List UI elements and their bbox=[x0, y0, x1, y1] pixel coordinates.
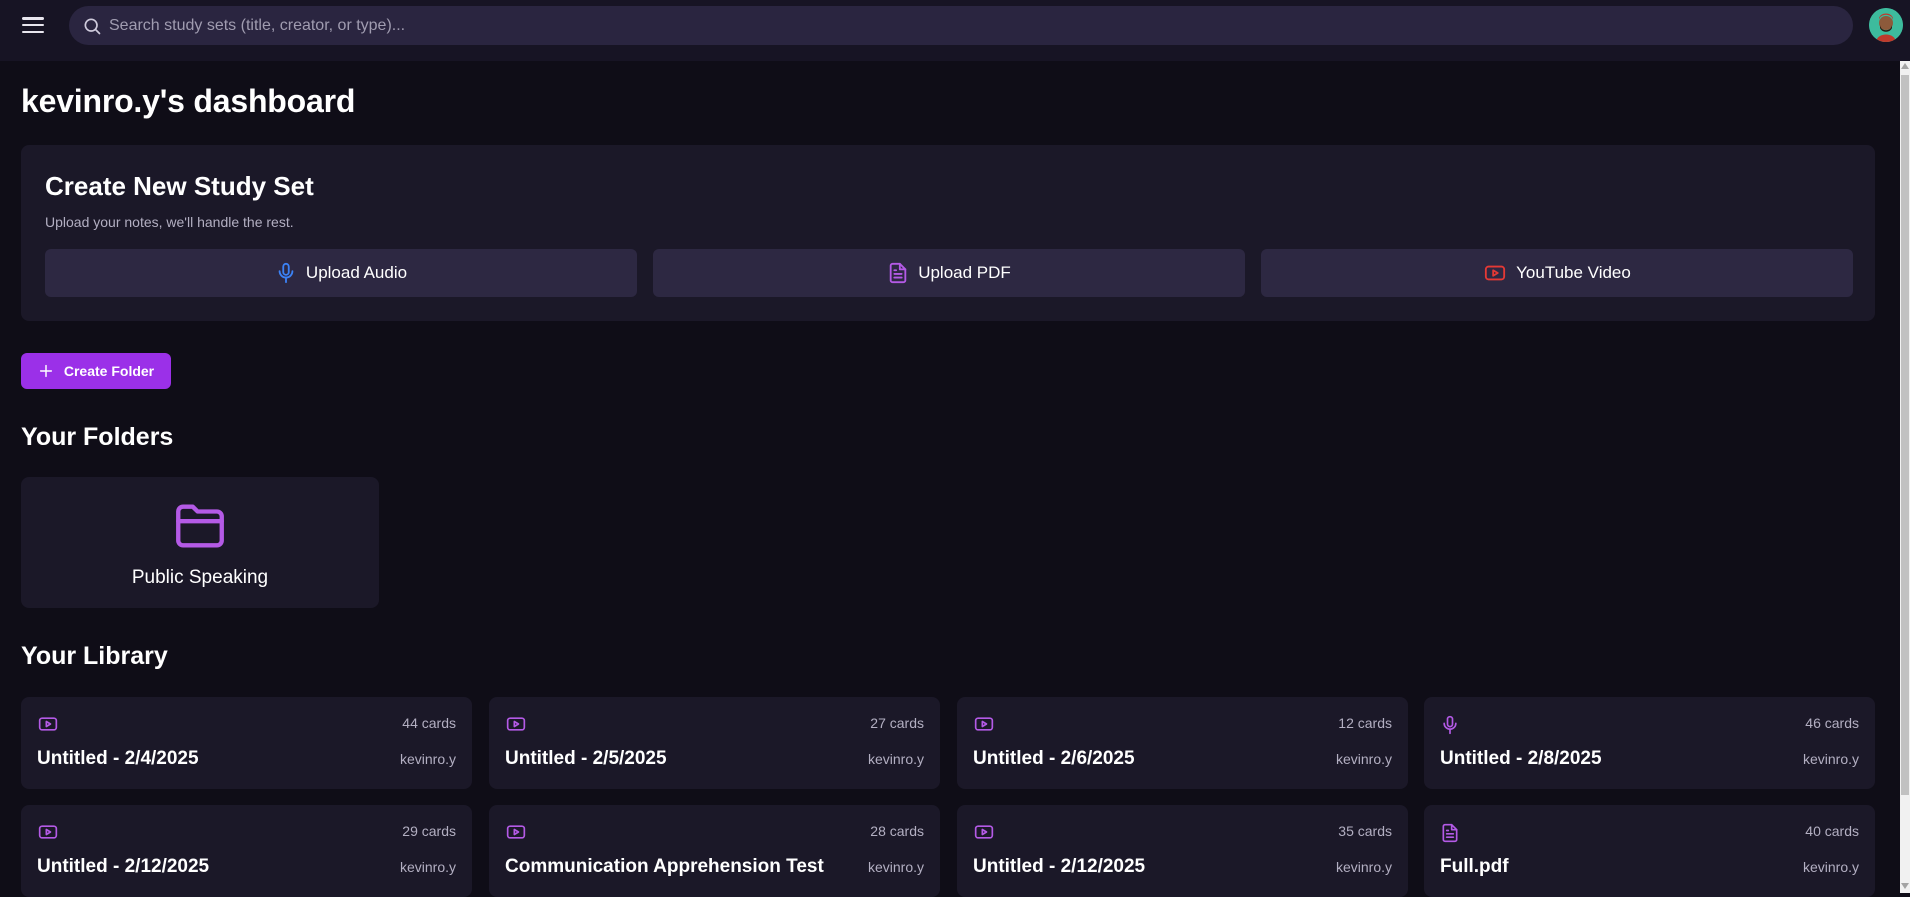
avatar[interactable] bbox=[1869, 8, 1903, 42]
microphone-icon bbox=[278, 262, 294, 284]
upload-pdf-button[interactable]: Upload PDF bbox=[653, 249, 1245, 297]
study-set-creator: kevinro.y bbox=[867, 859, 924, 875]
upload-audio-button[interactable]: Upload Audio bbox=[45, 249, 637, 297]
study-set-title: Untitled - 2/8/2025 bbox=[1440, 748, 1602, 769]
upload-audio-label: Upload Audio bbox=[305, 263, 408, 282]
microphone-icon bbox=[1443, 715, 1457, 735]
card-count: 44 cards bbox=[402, 715, 456, 731]
scroll-down-arrow-icon[interactable] bbox=[1901, 883, 1909, 889]
card-count: 12 cards bbox=[1338, 715, 1392, 731]
library-section-title: Your Library bbox=[21, 642, 168, 670]
study-set-card[interactable]: 27 cards Untitled - 2/5/2025 kevinro.y bbox=[489, 697, 940, 789]
video-icon bbox=[38, 825, 58, 839]
study-set-title: Untitled - 2/6/2025 bbox=[973, 748, 1135, 769]
search-bar[interactable] bbox=[69, 6, 1853, 45]
scroll-up-arrow-icon[interactable] bbox=[1901, 63, 1909, 69]
search-icon bbox=[84, 18, 101, 35]
study-set-card[interactable]: 12 cards Untitled - 2/6/2025 kevinro.y bbox=[957, 697, 1408, 789]
file-icon bbox=[889, 262, 907, 284]
create-folder-label: Create Folder bbox=[63, 363, 155, 379]
file-icon bbox=[1442, 823, 1458, 843]
study-set-creator: kevinro.y bbox=[399, 751, 456, 767]
video-icon bbox=[506, 717, 526, 731]
study-set-creator: kevinro.y bbox=[1335, 859, 1392, 875]
study-set-card[interactable]: 40 cards Full.pdf kevinro.y bbox=[1424, 805, 1875, 897]
video-icon bbox=[974, 825, 994, 839]
study-set-title: Untitled - 2/4/2025 bbox=[37, 748, 199, 769]
video-icon bbox=[38, 717, 58, 731]
study-set-title: Communication Apprehension Test bbox=[505, 856, 824, 877]
study-set-creator: kevinro.y bbox=[1335, 751, 1392, 767]
page-title: kevinro.y's dashboard bbox=[21, 83, 356, 119]
study-set-card[interactable]: 46 cards Untitled - 2/8/2025 kevinro.y bbox=[1424, 697, 1875, 789]
card-count: 40 cards bbox=[1805, 823, 1859, 839]
create-study-set-panel: Create New Study Set Upload your notes, … bbox=[21, 145, 1875, 321]
create-folder-button[interactable]: Create Folder bbox=[21, 353, 171, 389]
study-set-creator: kevinro.y bbox=[399, 859, 456, 875]
youtube-video-button[interactable]: YouTube Video bbox=[1261, 249, 1853, 297]
page-scrollbar[interactable] bbox=[1900, 61, 1910, 893]
create-study-set-title: Create New Study Set bbox=[45, 171, 314, 201]
study-set-title: Untitled - 2/5/2025 bbox=[505, 748, 667, 769]
study-set-card[interactable]: 29 cards Untitled - 2/12/2025 kevinro.y bbox=[21, 805, 472, 897]
study-set-card[interactable]: 44 cards Untitled - 2/4/2025 kevinro.y bbox=[21, 697, 472, 789]
card-count: 35 cards bbox=[1338, 823, 1392, 839]
user-avatar-icon bbox=[1869, 8, 1903, 42]
video-icon bbox=[974, 717, 994, 731]
folder-icon bbox=[176, 504, 224, 548]
study-set-creator: kevinro.y bbox=[1802, 751, 1859, 767]
create-study-set-subtitle: Upload your notes, we'll handle the rest… bbox=[45, 214, 294, 230]
card-count: 27 cards bbox=[870, 715, 924, 731]
plus-icon bbox=[39, 364, 52, 378]
folder-name: Public Speaking bbox=[131, 567, 269, 588]
folder-card-public-speaking[interactable]: Public Speaking bbox=[21, 477, 379, 608]
youtube-video-label: YouTube Video bbox=[1516, 263, 1631, 282]
scrollbar-thumb[interactable] bbox=[1901, 75, 1909, 795]
upload-pdf-label: Upload PDF bbox=[918, 263, 1011, 282]
study-set-title: Untitled - 2/12/2025 bbox=[973, 856, 1146, 877]
search-input[interactable] bbox=[109, 6, 1829, 45]
menu-icon[interactable] bbox=[20, 14, 46, 36]
video-icon bbox=[506, 825, 526, 839]
study-set-creator: kevinro.y bbox=[867, 751, 924, 767]
folders-section-title: Your Folders bbox=[21, 423, 174, 451]
card-count: 46 cards bbox=[1805, 715, 1859, 731]
study-set-title: Untitled - 2/12/2025 bbox=[37, 856, 210, 877]
study-set-card[interactable]: 28 cards Communication Apprehension Test k… bbox=[489, 805, 940, 897]
youtube-icon bbox=[1485, 265, 1506, 281]
study-set-creator: kevinro.y bbox=[1802, 859, 1859, 875]
study-set-title: Full.pdf bbox=[1440, 856, 1509, 877]
card-count: 28 cards bbox=[870, 823, 924, 839]
study-set-card[interactable]: 35 cards Untitled - 2/12/2025 kevinro.y bbox=[957, 805, 1408, 897]
top-bar bbox=[0, 0, 1910, 61]
card-count: 29 cards bbox=[402, 823, 456, 839]
